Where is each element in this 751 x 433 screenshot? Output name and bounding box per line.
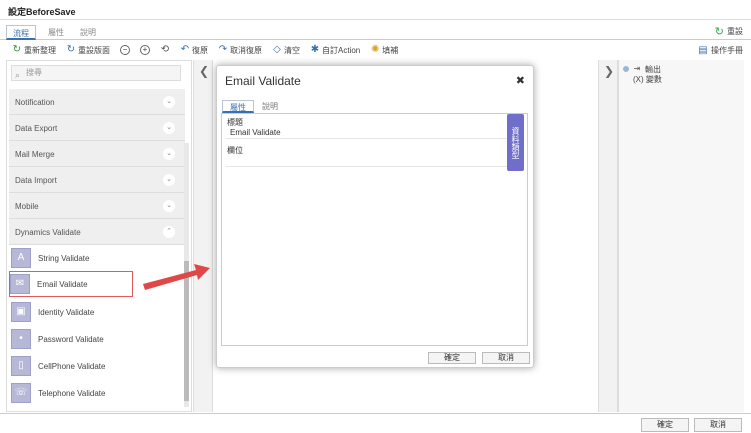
- footer-ok-button[interactable]: 確定: [641, 418, 689, 432]
- annotation-arrow: [143, 264, 210, 290]
- arrow-shape: [143, 264, 210, 290]
- footer-bar: 確定 取消: [0, 413, 751, 433]
- footer-cancel-button[interactable]: 取消: [694, 418, 742, 432]
